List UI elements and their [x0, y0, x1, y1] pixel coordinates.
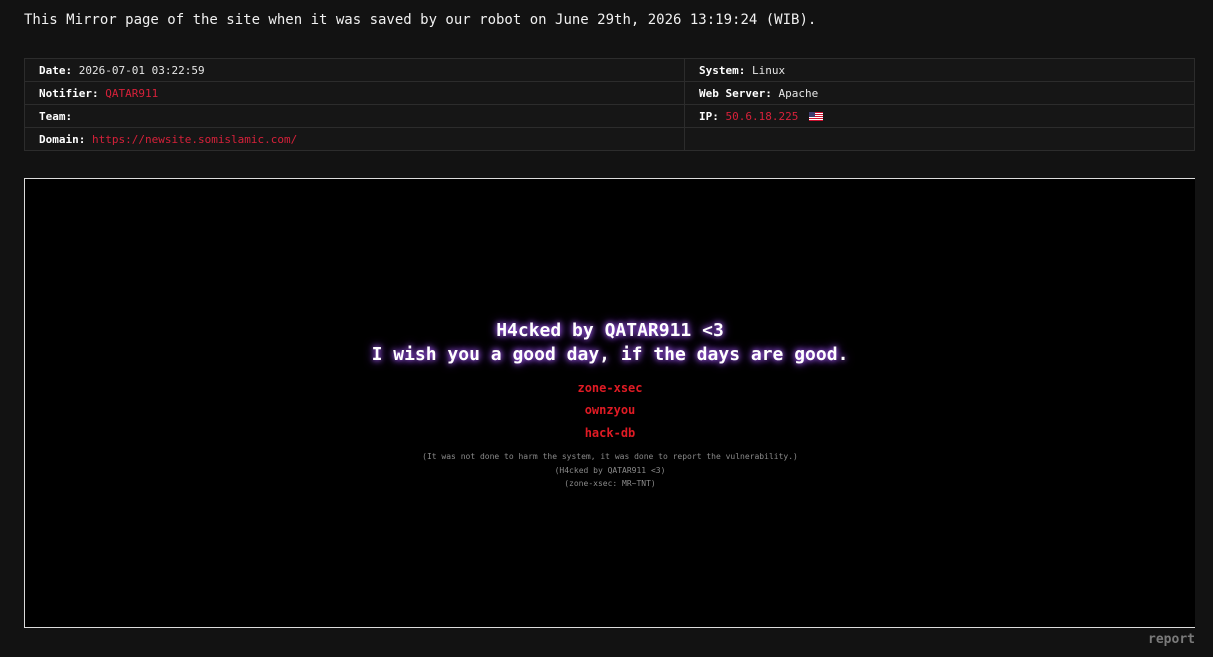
notifier-label: Notifier:: [39, 86, 99, 100]
domain-cell: Domain: https://newsite.somislamic.com/: [24, 127, 685, 151]
date-cell: Date: 2026-07-01 03:22:59: [24, 58, 685, 82]
team-cell: Team:: [24, 104, 685, 128]
webserver-cell: Web Server: Apache: [684, 81, 1195, 105]
team-link-hack-db[interactable]: hack-db: [25, 426, 1195, 440]
empty-cell: [684, 127, 1195, 151]
ip-link[interactable]: 50.6.18.225: [726, 110, 799, 123]
date-value: 2026-07-01 03:22:59: [78, 63, 205, 77]
domain-link[interactable]: https://newsite.somislamic.com/: [92, 133, 297, 146]
info-row: Team: IP: 50.6.18.225: [24, 104, 1195, 128]
disclaimer-note: (It was not done to harm the system, it …: [422, 452, 798, 461]
defacement-headline: H4cked by QATAR911 <3: [496, 320, 724, 341]
webserver-label: Web Server:: [699, 86, 772, 100]
team-link-zone-xsec[interactable]: zone-xsec: [25, 381, 1195, 395]
defacement-subheadline: I wish you a good day, if the days are g…: [371, 344, 849, 365]
date-label: Date:: [39, 63, 73, 77]
info-row: Notifier: QATAR911 Web Server: Apache: [24, 81, 1195, 105]
system-value: Linux: [751, 63, 786, 77]
signature-note: (H4cked by QATAR911 <3): [554, 466, 666, 475]
domain-label: Domain:: [39, 132, 86, 146]
system-cell: System: Linux: [684, 58, 1195, 82]
ip-cell: IP: 50.6.18.225: [684, 104, 1195, 128]
mirror-note: This Mirror page of the site when it was…: [24, 12, 817, 28]
system-label: System:: [699, 63, 746, 77]
notifier-cell: Notifier: QATAR911: [24, 81, 685, 105]
team-link-ownzyou[interactable]: ownzyou: [25, 403, 1195, 417]
info-row: Date: 2026-07-01 03:22:59 System: Linux: [24, 58, 1195, 82]
info-table: Date: 2026-07-01 03:22:59 System: Linux …: [24, 58, 1195, 151]
mirror-frame[interactable]: H4cked by QATAR911 <3 I wish you a good …: [24, 178, 1195, 628]
ip-label: IP:: [699, 109, 719, 123]
webserver-value: Apache: [778, 86, 819, 100]
report-link[interactable]: report: [1148, 632, 1195, 647]
us-flag-icon: [808, 112, 823, 121]
credit-note: (zone-xsec: MR~TNT): [564, 479, 656, 488]
team-label: Team:: [39, 109, 73, 123]
info-row: Domain: https://newsite.somislamic.com/: [24, 127, 1195, 151]
notifier-link[interactable]: QATAR911: [105, 87, 158, 100]
